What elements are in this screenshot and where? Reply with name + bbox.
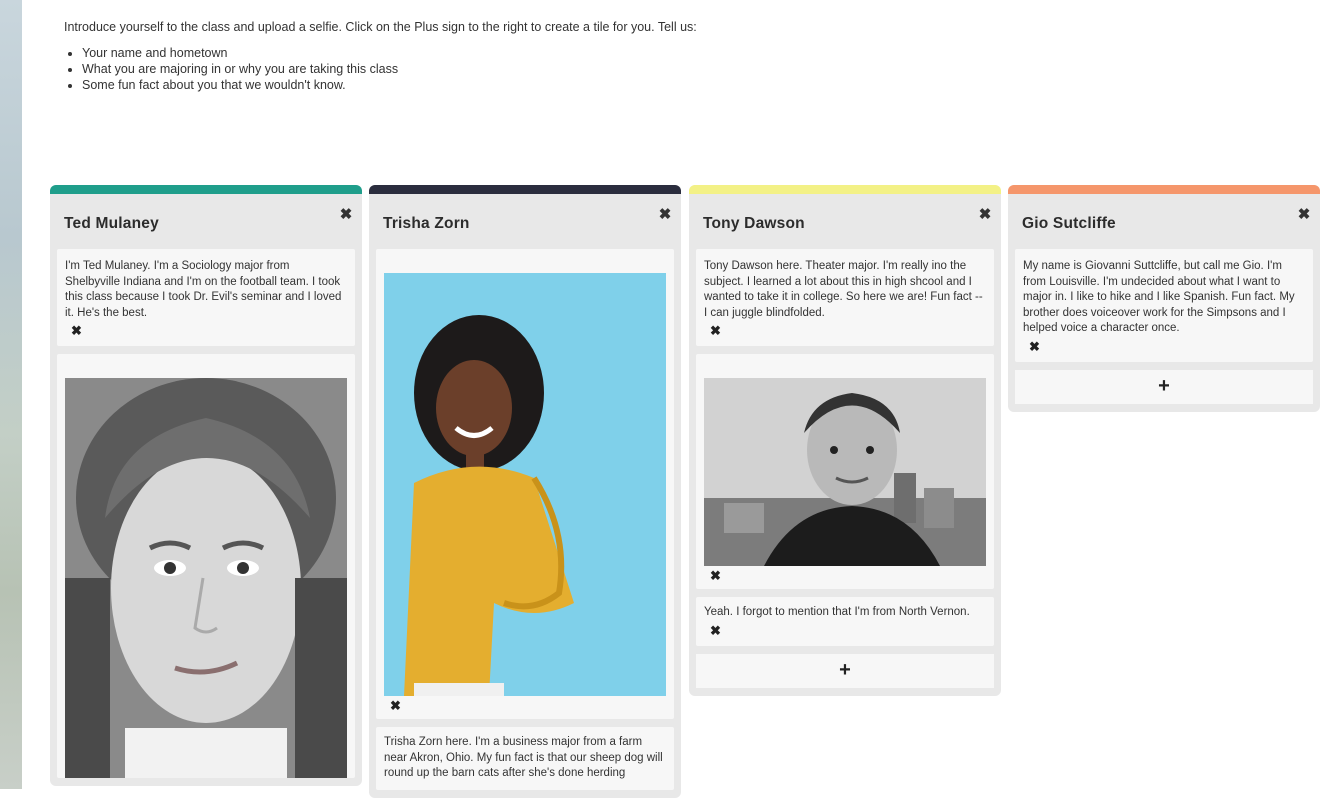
instructions-list: Your name and hometown What you are majo… bbox=[64, 45, 1264, 93]
column-title: Trisha Zorn bbox=[383, 215, 470, 232]
tile-text: My name is Giovanni Suttcliffe, but call… bbox=[1023, 260, 1295, 334]
selfie-image bbox=[65, 378, 347, 778]
column-header: Ted Mulaney ✖ bbox=[50, 194, 362, 249]
column-ted: Ted Mulaney ✖ I'm Ted Mulaney. I'm a Soc… bbox=[50, 185, 362, 786]
text-tile[interactable]: My name is Giovanni Suttcliffe, but call… bbox=[1015, 249, 1313, 362]
close-icon[interactable]: ✖ bbox=[390, 699, 404, 713]
tile-text: I'm Ted Mulaney. I'm a Sociology major f… bbox=[65, 260, 342, 319]
instruction-item: Your name and hometown bbox=[82, 45, 1264, 61]
selfie-image bbox=[384, 273, 666, 696]
photo-tile[interactable]: ✖ bbox=[376, 249, 674, 719]
close-icon[interactable]: ✖ bbox=[710, 324, 724, 338]
portrait-graphic bbox=[65, 378, 347, 778]
close-icon[interactable]: ✖ bbox=[977, 207, 993, 223]
close-icon[interactable]: ✖ bbox=[338, 207, 354, 223]
text-tile[interactable]: Trisha Zorn here. I'm a business major f… bbox=[376, 727, 674, 790]
photo-tile[interactable] bbox=[57, 354, 355, 778]
portrait-graphic bbox=[704, 378, 986, 566]
instruction-item: What you are majoring in or why you are … bbox=[82, 61, 1264, 77]
column-gio: Gio Sutcliffe ✖ My name is Giovanni Sutt… bbox=[1008, 185, 1320, 412]
column-accent-bar bbox=[50, 185, 362, 194]
text-tile[interactable]: Yeah. I forgot to mention that I'm from … bbox=[696, 597, 994, 646]
close-icon[interactable]: ✖ bbox=[710, 569, 724, 583]
photo-tile[interactable]: ✖ bbox=[696, 354, 994, 589]
close-icon[interactable]: ✖ bbox=[657, 207, 673, 223]
column-tony: Tony Dawson ✖ Tony Dawson here. Theater … bbox=[689, 185, 1001, 696]
instructions: Introduce yourself to the class and uplo… bbox=[64, 19, 1264, 93]
instructions-text: Introduce yourself to the class and uplo… bbox=[64, 20, 697, 34]
column-header: Gio Sutcliffe ✖ bbox=[1008, 194, 1320, 249]
column-title: Gio Sutcliffe bbox=[1022, 215, 1116, 232]
column-accent-bar bbox=[689, 185, 1001, 194]
column-title: Ted Mulaney bbox=[64, 215, 159, 232]
add-tile-button[interactable]: + bbox=[1015, 369, 1313, 404]
add-tile-button[interactable]: + bbox=[696, 653, 994, 688]
close-icon[interactable]: ✖ bbox=[710, 623, 724, 638]
column-header: Tony Dawson ✖ bbox=[689, 194, 1001, 249]
column-accent-bar bbox=[369, 185, 681, 194]
selfie-image bbox=[704, 378, 986, 566]
close-icon[interactable]: ✖ bbox=[71, 324, 85, 338]
column-trisha: Trisha Zorn ✖ ✖ Trisha Zorn here. I'm a … bbox=[369, 185, 681, 798]
column-header: Trisha Zorn ✖ bbox=[369, 194, 681, 249]
column-title: Tony Dawson bbox=[703, 215, 805, 232]
instruction-item: Some fun fact about you that we wouldn't… bbox=[82, 77, 1264, 93]
close-icon[interactable]: ✖ bbox=[1296, 207, 1312, 223]
column-accent-bar bbox=[1008, 185, 1320, 194]
tile-text: Tony Dawson here. Theater major. I'm rea… bbox=[704, 260, 983, 319]
text-tile[interactable]: I'm Ted Mulaney. I'm a Sociology major f… bbox=[57, 249, 355, 346]
close-icon[interactable]: ✖ bbox=[1029, 339, 1043, 354]
tile-text: Yeah. I forgot to mention that I'm from … bbox=[704, 606, 970, 618]
background-strip bbox=[0, 0, 22, 789]
portrait-graphic bbox=[384, 273, 666, 696]
text-tile[interactable]: Tony Dawson here. Theater major. I'm rea… bbox=[696, 249, 994, 346]
tile-text: Trisha Zorn here. I'm a business major f… bbox=[384, 736, 663, 779]
